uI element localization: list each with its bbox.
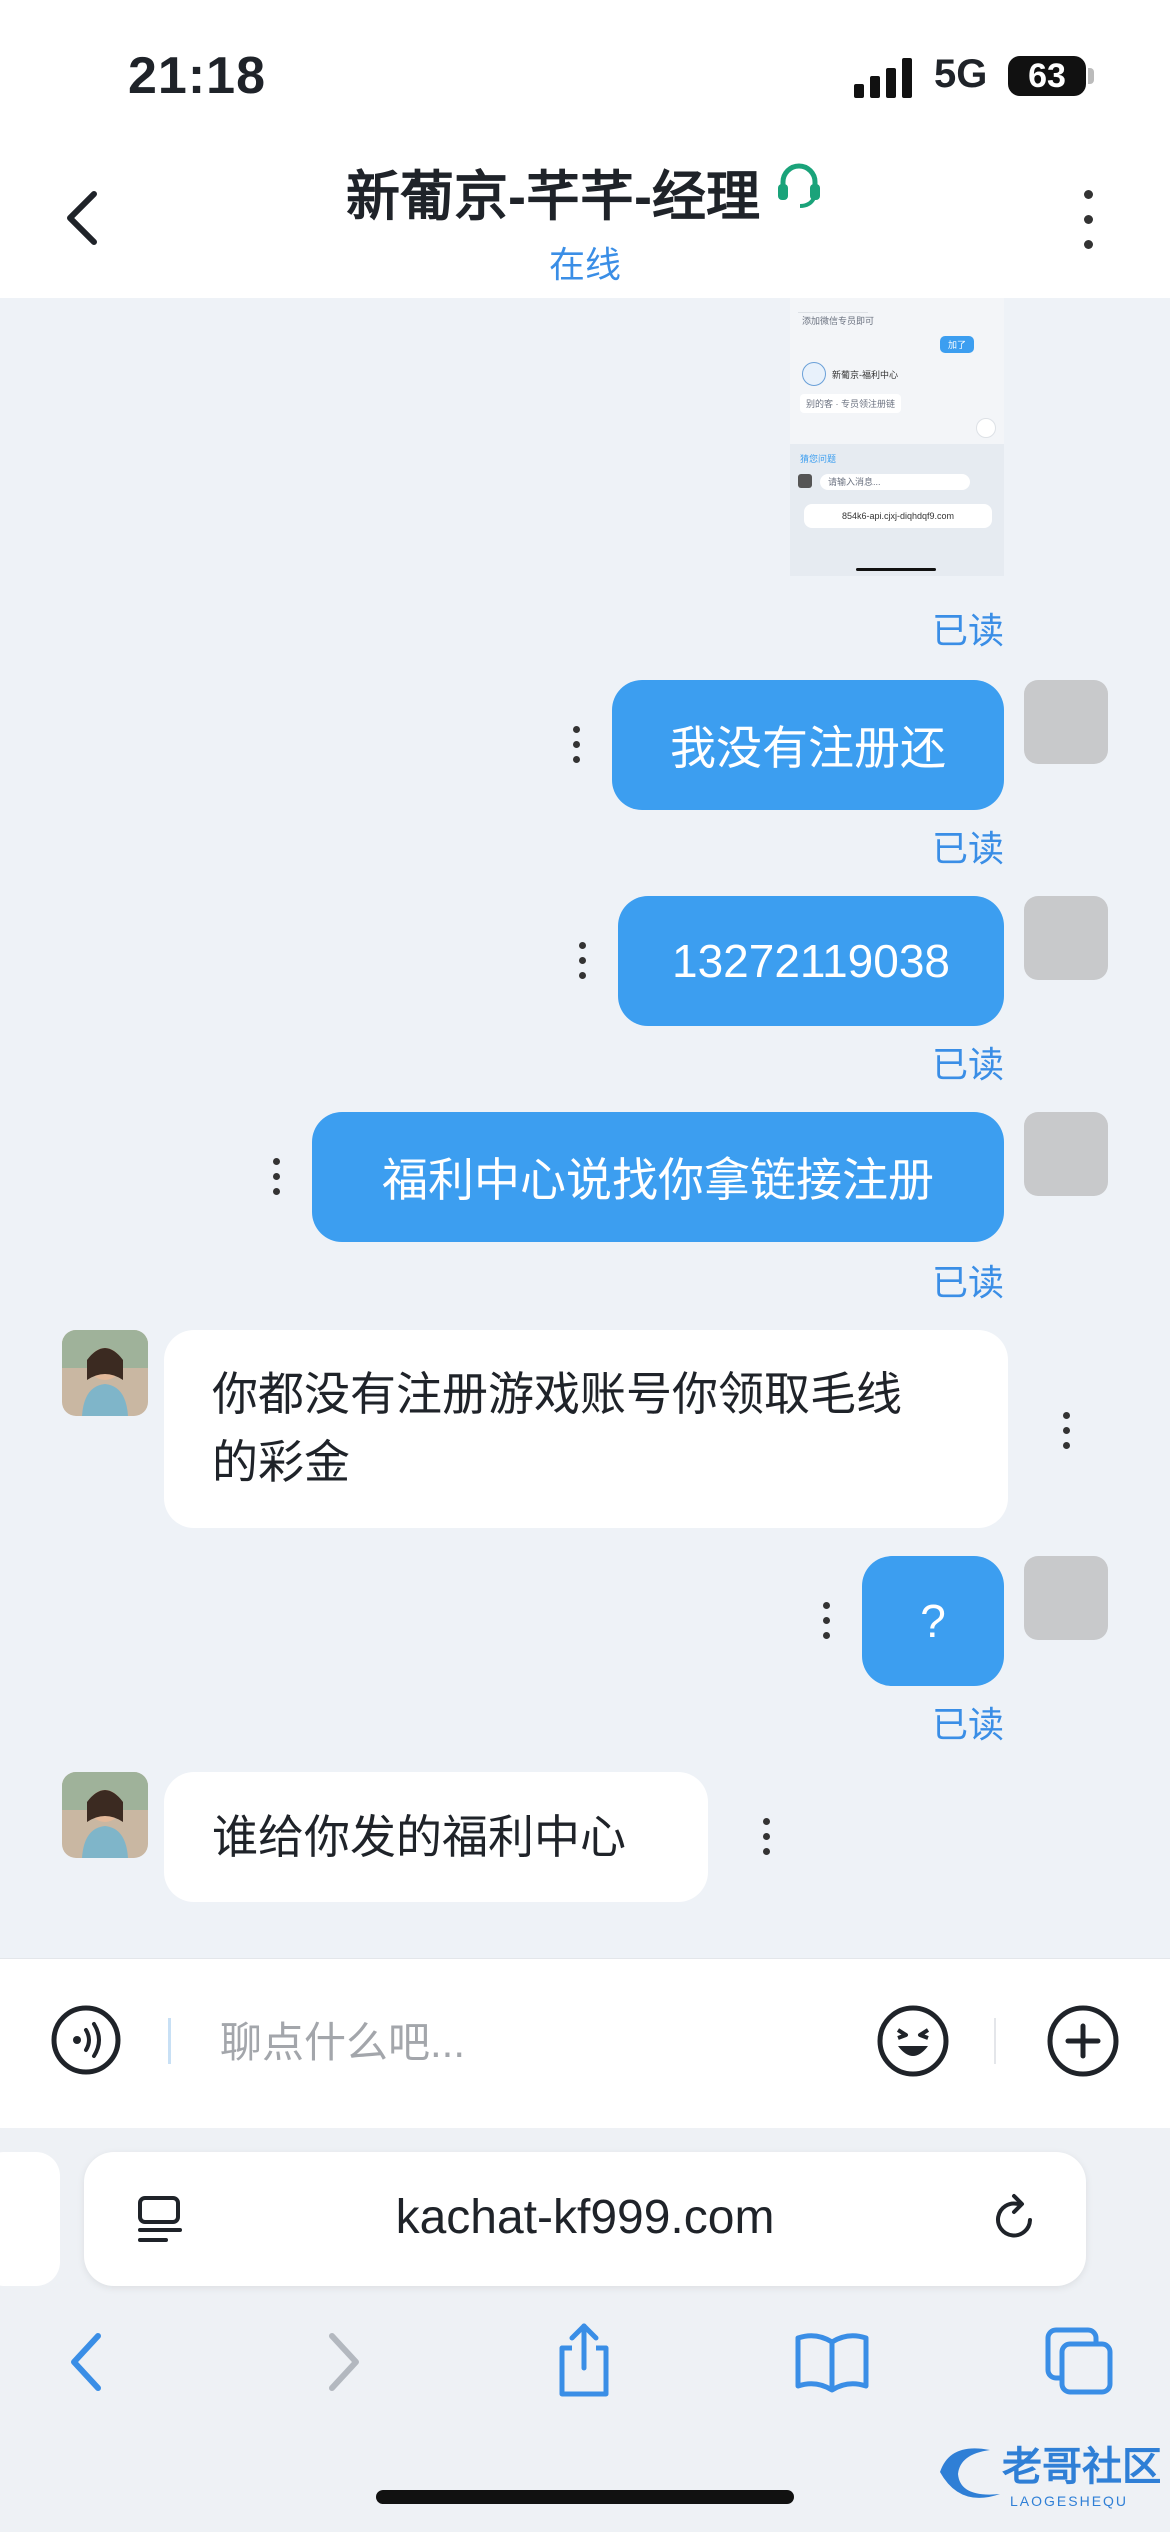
read-receipt: 已读	[931, 1262, 1004, 1303]
watermark-text: 老哥社区	[1002, 2445, 1160, 2489]
thumb-add	[798, 474, 812, 488]
thumb-quick: 猜您问题	[800, 454, 837, 464]
avatar[interactable]	[1024, 896, 1108, 980]
input-divider	[168, 2018, 171, 2064]
message-input[interactable]	[218, 2014, 842, 2072]
watermark-logo: 老哥社区 LAOGESHEQU	[930, 2432, 1162, 2512]
message-menu-icon[interactable]	[576, 942, 588, 987]
message-bubble-left[interactable]: 谁给你发的福利中心	[164, 1772, 708, 1902]
read-receipt: 已读	[931, 828, 1004, 869]
message-menu-icon[interactable]	[760, 1818, 772, 1863]
back-icon[interactable]	[62, 2330, 112, 2394]
input-divider	[994, 2018, 996, 2064]
avatar[interactable]	[1024, 1112, 1108, 1196]
message-bubble-right[interactable]: 我没有注册还	[612, 680, 1004, 810]
battery-icon: 63	[1008, 56, 1086, 96]
tabs-icon[interactable]	[1044, 2326, 1116, 2398]
thumb-logo	[802, 362, 826, 386]
bookmarks-icon[interactable]	[794, 2330, 870, 2394]
headset-icon	[774, 160, 824, 223]
thumb-url: 854k6-api.cjxj-diqhdqf9.com	[804, 504, 992, 528]
url-text[interactable]: kachat-kf999.com	[84, 2190, 1086, 2245]
thumb-line2: 别的客 · 专员领注册链	[800, 394, 901, 413]
read-receipt: 已读	[931, 1704, 1004, 1745]
message-menu-icon[interactable]	[570, 726, 582, 771]
read-receipt: 已读	[931, 610, 1004, 651]
chat-title: 新葡京-芊芊-经理	[0, 152, 1170, 231]
forward-icon[interactable]	[318, 2330, 368, 2394]
agent-avatar[interactable]	[62, 1772, 148, 1858]
message-text-line: 你都没有注册游戏账号你领取毛线	[212, 1368, 902, 1420]
network-label: 5G	[934, 52, 988, 96]
contact-name: 新葡京-芊芊-经理	[346, 167, 760, 227]
previous-tab[interactable]	[0, 2152, 60, 2286]
online-status: 在线	[548, 244, 621, 285]
message-text-line: 的彩金	[212, 1436, 350, 1488]
home-indicator	[376, 2490, 794, 2504]
watermark-subtext: LAOGESHEQU	[1010, 2493, 1128, 2509]
message-menu-icon[interactable]	[270, 1158, 282, 1203]
message-bubble-right[interactable]: ?	[862, 1556, 1004, 1686]
status-time: 21:18	[128, 47, 266, 105]
share-icon[interactable]	[552, 2320, 616, 2400]
thumb-name: 新葡京-福利中心	[832, 370, 898, 380]
emoji-icon[interactable]	[876, 2004, 950, 2078]
message-menu-icon[interactable]	[1060, 1412, 1072, 1457]
signal-icon	[854, 58, 916, 103]
battery-cap	[1088, 68, 1094, 84]
reload-icon[interactable]	[990, 2190, 1040, 2246]
vertical-dots-icon[interactable]	[1082, 190, 1094, 250]
avatar[interactable]	[1024, 680, 1108, 764]
image-message[interactable]: 添加微信专员即可 加了 新葡京-福利中心 别的客 · 专员领注册链 猜您问题 请…	[790, 298, 1004, 576]
avatar[interactable]	[1024, 1556, 1108, 1640]
voice-icon[interactable]	[50, 2004, 122, 2076]
thumb-button: 加了	[940, 336, 975, 353]
message-menu-icon[interactable]	[820, 1602, 832, 1647]
message-bubble-left[interactable]: 你都没有注册游戏账号你领取毛线 的彩金	[164, 1330, 1008, 1528]
message-bubble-right[interactable]: 13272119038	[618, 896, 1004, 1026]
plus-icon[interactable]	[1046, 2004, 1120, 2078]
message-bubble-right[interactable]: 福利中心说找你拿链接注册	[312, 1112, 1004, 1242]
agent-avatar[interactable]	[62, 1330, 148, 1416]
read-receipt: 已读	[931, 1044, 1004, 1085]
thumb-scroll-button	[976, 418, 996, 438]
thumb-input: 请输入消息...	[820, 474, 970, 490]
thumb-line1: 添加微信专员即可	[802, 316, 875, 326]
thumb-home-indicator	[856, 568, 936, 571]
